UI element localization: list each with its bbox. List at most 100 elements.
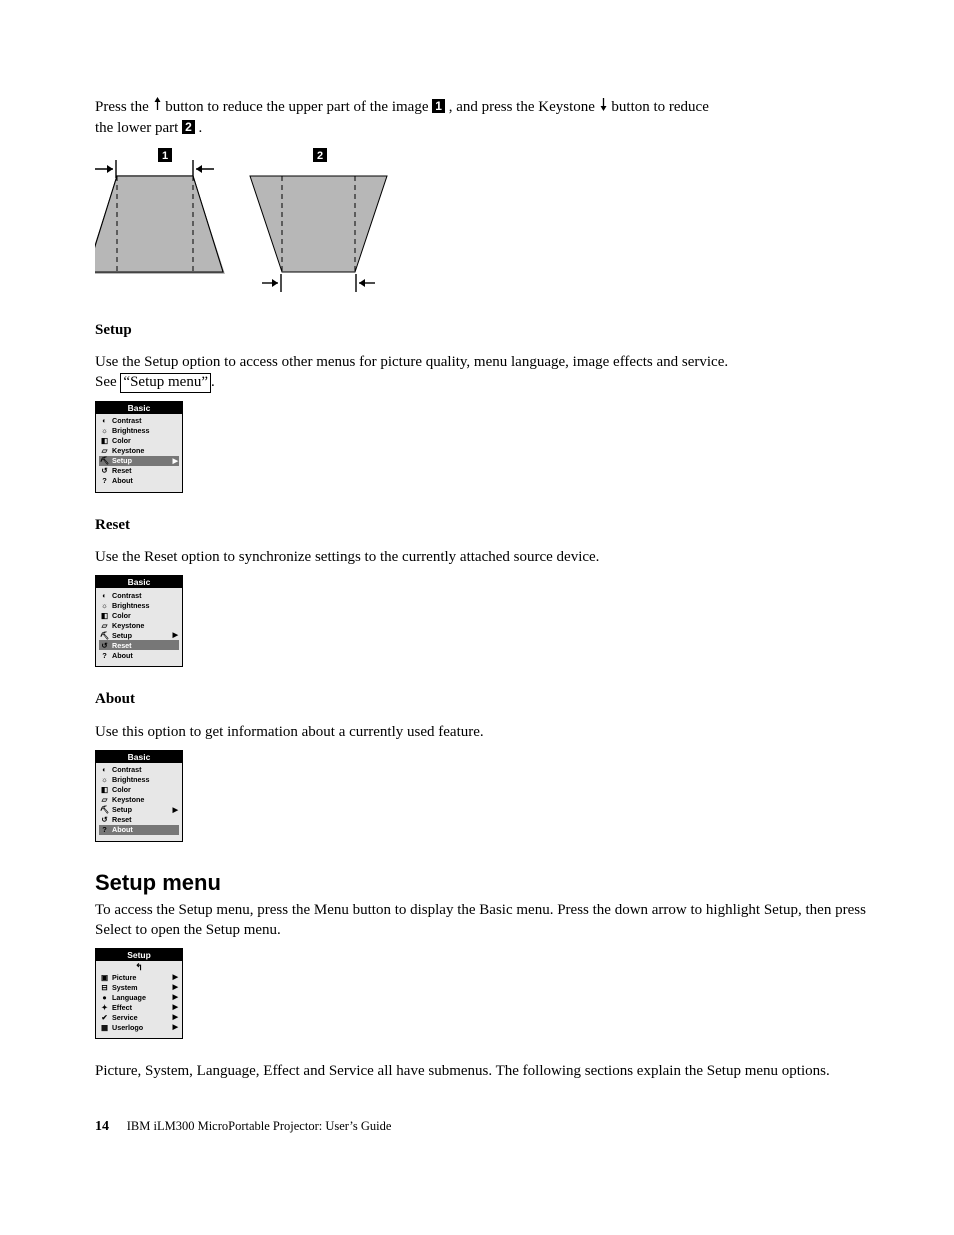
about-paragraph: Use this option to get information about… bbox=[95, 722, 894, 742]
keystone-diagram: 1 2 bbox=[95, 146, 894, 296]
basic-menu-reset-selected: Basic ◐Contrast ☼Brightness ◧Color ▱Keys… bbox=[95, 575, 183, 667]
userlogo-icon: ▦ bbox=[100, 1023, 109, 1031]
intro-text-1c: , and press the Keystone bbox=[445, 99, 599, 115]
intro-text-1a: Press the bbox=[95, 99, 153, 115]
setup-paragraph: Use the Setup option to access other men… bbox=[95, 352, 894, 393]
chevron-right-icon: ▶ bbox=[173, 806, 178, 814]
menu-item-reset: ↺Reset bbox=[99, 466, 179, 476]
service-icon: ✔ bbox=[100, 1013, 109, 1021]
intro-text-1d: button to reduce bbox=[608, 99, 709, 115]
menu-item-reset: ↺Reset bbox=[99, 640, 179, 650]
menu-item-keystone: ▱Keystone bbox=[99, 446, 179, 456]
about-heading: About bbox=[95, 689, 894, 709]
setup-menu-box: Setup ↰ ▣Picture▶ ⊟System▶ ●Language▶ ✦E… bbox=[95, 948, 183, 1039]
setup-heading: Setup bbox=[95, 320, 894, 340]
brightness-icon: ☼ bbox=[100, 427, 109, 435]
page-footer: 14 IBM iLM300 MicroPortable Projector: U… bbox=[95, 1118, 894, 1135]
keystone-icon: ▱ bbox=[100, 621, 109, 629]
menu-item-reset: ↺Reset bbox=[99, 815, 179, 825]
intro-text-1b: button to reduce the upper part of the i… bbox=[162, 99, 433, 115]
menu-item-effect: ✦Effect▶ bbox=[99, 1002, 179, 1012]
menu-item-keystone: ▱Keystone bbox=[99, 795, 179, 805]
menu-item-about: ?About bbox=[99, 825, 179, 835]
about-icon: ? bbox=[100, 477, 109, 485]
diagram-chip-2: 2 bbox=[317, 150, 323, 162]
intro-text-2b: . bbox=[195, 120, 203, 136]
menu-title: Setup bbox=[96, 949, 182, 961]
setup-text-a: Use the Setup option to access other men… bbox=[95, 354, 728, 370]
chevron-right-icon: ▶ bbox=[173, 973, 178, 981]
setup-icon: ⛏ bbox=[100, 631, 109, 639]
brightness-icon: ☼ bbox=[100, 776, 109, 784]
setup-menu-paragraph-2: Picture, System, Language, Effect and Se… bbox=[95, 1061, 894, 1081]
menu-item-service: ✔Service▶ bbox=[99, 1012, 179, 1022]
down-arrow-icon bbox=[599, 97, 608, 117]
chevron-right-icon: ▶ bbox=[173, 1023, 178, 1031]
callout-chip-2: 2 bbox=[182, 120, 195, 134]
menu-item-brightness: ☼Brightness bbox=[99, 600, 179, 610]
setup-icon: ⛏ bbox=[100, 806, 109, 814]
color-icon: ◧ bbox=[100, 611, 109, 619]
menu-title: Basic bbox=[96, 751, 182, 763]
basic-menu-setup-selected: Basic ◐Contrast ☼Brightness ◧Color ▱Keys… bbox=[95, 401, 183, 493]
menu-title: Basic bbox=[96, 576, 182, 588]
chevron-right-icon: ▶ bbox=[173, 457, 178, 465]
menu-item-setup: ⛏Setup▶ bbox=[99, 630, 179, 640]
contrast-icon: ◐ bbox=[100, 591, 109, 599]
reset-heading: Reset bbox=[95, 515, 894, 535]
setup-menu-paragraph-1: To access the Setup menu, press the Menu… bbox=[95, 900, 894, 941]
contrast-icon: ◐ bbox=[100, 766, 109, 774]
up-arrow-icon bbox=[153, 97, 162, 117]
setup-menu-section-heading: Setup menu bbox=[95, 870, 894, 896]
effect-icon: ✦ bbox=[100, 1003, 109, 1011]
intro-text-2a: the lower part bbox=[95, 120, 182, 136]
menu-item-brightness: ☼Brightness bbox=[99, 426, 179, 436]
keystone-icon: ▱ bbox=[100, 447, 109, 455]
menu-item-picture: ▣Picture▶ bbox=[99, 972, 179, 982]
menu-item-back: ↰ bbox=[99, 963, 179, 972]
footer-text: IBM iLM300 MicroPortable Projector: User… bbox=[127, 1119, 392, 1133]
menu-item-color: ◧Color bbox=[99, 436, 179, 446]
contrast-icon: ◐ bbox=[100, 417, 109, 425]
setup-text-b: See bbox=[95, 374, 120, 390]
setup-menu-link[interactable]: “Setup menu” bbox=[120, 373, 211, 393]
menu-title: Basic bbox=[96, 402, 182, 414]
reset-paragraph: Use the Reset option to synchronize sett… bbox=[95, 547, 894, 567]
picture-icon: ▣ bbox=[100, 973, 109, 981]
reset-icon: ↺ bbox=[100, 816, 109, 824]
chevron-right-icon: ▶ bbox=[173, 1013, 178, 1021]
menu-item-contrast: ◐Contrast bbox=[99, 590, 179, 600]
callout-chip-1: 1 bbox=[432, 99, 445, 113]
menu-item-setup: ⛏Setup▶ bbox=[99, 805, 179, 815]
reset-icon: ↺ bbox=[100, 467, 109, 475]
intro-paragraph: Press the button to reduce the upper par… bbox=[95, 97, 894, 138]
menu-item-userlogo: ▦Userlogo▶ bbox=[99, 1022, 179, 1032]
menu-item-keystone: ▱Keystone bbox=[99, 620, 179, 630]
menu-item-language: ●Language▶ bbox=[99, 992, 179, 1002]
menu-item-contrast: ◐Contrast bbox=[99, 765, 179, 775]
about-icon: ? bbox=[100, 826, 109, 834]
menu-item-color: ◧Color bbox=[99, 785, 179, 795]
menu-item-color: ◧Color bbox=[99, 610, 179, 620]
chevron-right-icon: ▶ bbox=[173, 631, 178, 639]
menu-item-brightness: ☼Brightness bbox=[99, 775, 179, 785]
page-number: 14 bbox=[95, 1119, 109, 1134]
keystone-icon: ▱ bbox=[100, 796, 109, 804]
brightness-icon: ☼ bbox=[100, 601, 109, 609]
chevron-right-icon: ▶ bbox=[173, 993, 178, 1001]
color-icon: ◧ bbox=[100, 786, 109, 794]
reset-icon: ↺ bbox=[100, 641, 109, 649]
system-icon: ⊟ bbox=[100, 983, 109, 991]
chevron-right-icon: ▶ bbox=[173, 983, 178, 991]
chevron-right-icon: ▶ bbox=[173, 1003, 178, 1011]
menu-item-about: ?About bbox=[99, 650, 179, 660]
setup-icon: ⛏ bbox=[100, 457, 109, 465]
about-icon: ? bbox=[100, 651, 109, 659]
color-icon: ◧ bbox=[100, 437, 109, 445]
language-icon: ● bbox=[100, 993, 109, 1001]
menu-item-about: ?About bbox=[99, 476, 179, 486]
back-arrow-icon: ↰ bbox=[135, 964, 144, 972]
menu-item-setup: ⛏Setup▶ bbox=[99, 456, 179, 466]
menu-item-contrast: ◐Contrast bbox=[99, 416, 179, 426]
diagram-chip-1: 1 bbox=[162, 150, 168, 162]
